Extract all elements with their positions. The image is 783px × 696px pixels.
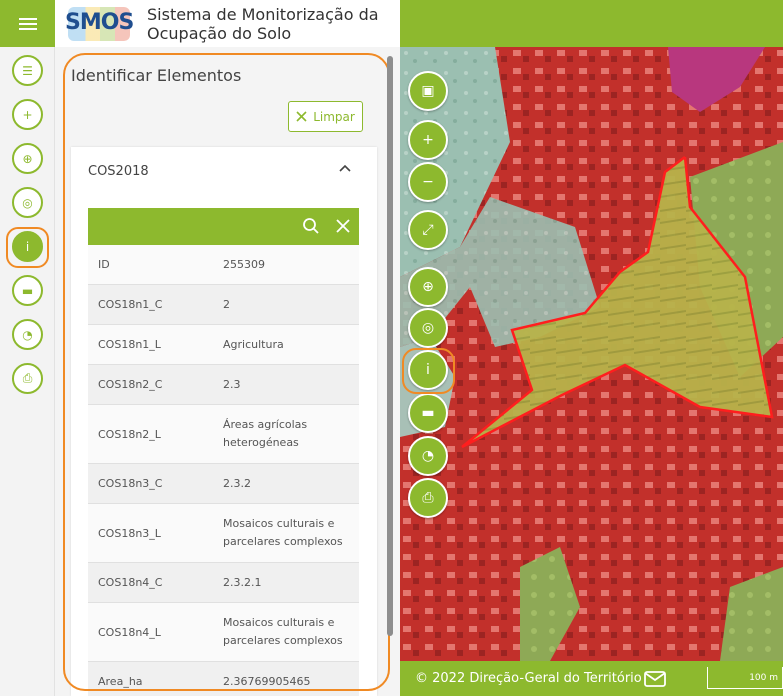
scale-bar: 100 m	[707, 667, 783, 689]
app-title: Sistema de Monitorização da Ocupação do …	[147, 5, 379, 43]
table-row: COS18n4_C 2.3.2.1	[88, 563, 359, 603]
zoom-in-icon: +	[422, 132, 434, 148]
attribute-key: COS18n1_L	[98, 338, 161, 351]
app-header: SMOS Sistema de Monitorização da Ocupaçã…	[55, 0, 400, 47]
basemap-image-icon: ▣	[421, 83, 435, 99]
table-row: ID 255309	[88, 245, 359, 285]
attribute-key: COS18n3_L	[98, 526, 161, 540]
attribute-key: COS18n1_C	[98, 298, 163, 311]
attribute-value: 2.36769905465	[223, 674, 311, 688]
rail-button-target[interactable]: ◎	[12, 187, 43, 218]
attribute-key: COS18n2_L	[98, 427, 161, 441]
attribute-value: Mosaicos culturais e parcelares complexo…	[223, 616, 343, 647]
target-icon: ◎	[22, 195, 33, 210]
ruler-icon: ▬	[421, 405, 435, 421]
table-row: COS18n3_C 2.3.2	[88, 464, 359, 504]
layer-title: COS2018	[88, 164, 149, 179]
attribute-value: 2.3	[223, 377, 241, 391]
map-button-basemap-image[interactable]: ▣	[408, 71, 448, 111]
attribute-toolbar	[88, 208, 359, 245]
attribute-value: 2.3.2.1	[223, 575, 262, 589]
fullscreen-icon: ⤢	[422, 222, 434, 238]
map-footer: © 2022 Direção-Geral do Território 100 m	[400, 661, 783, 696]
attribute-key: COS18n2_C	[98, 378, 163, 391]
rail-button-globe[interactable]: ⊕	[12, 143, 43, 174]
layers-list-icon: ☰	[22, 63, 33, 78]
attribute-key: COS18n4_L	[98, 625, 161, 639]
print-icon: ⎙	[422, 490, 434, 506]
map-view[interactable]	[400, 47, 783, 661]
map-button-target[interactable]: ◎	[408, 308, 448, 348]
rail-button-add-layer[interactable]: +	[12, 99, 43, 130]
mail-icon[interactable]	[644, 671, 666, 687]
zoom-out-icon: −	[422, 174, 434, 190]
palette-icon: ◔	[22, 327, 33, 342]
app-title-line1: Sistema de Monitorização da	[147, 4, 379, 24]
attribute-value: Mosaicos culturais e parcelares complexo…	[223, 517, 343, 548]
table-row: COS18n4_L Mosaicos culturais e parcelares…	[88, 603, 359, 662]
map-button-print[interactable]: ⎙	[408, 478, 448, 518]
print-icon: ⎙	[22, 371, 33, 385]
globe-icon: ⊕	[22, 151, 33, 166]
app-title-line2: Ocupação do Solo	[147, 23, 292, 43]
attribute-key: COS18n4_C	[98, 576, 163, 589]
active-map-tool-highlight	[402, 348, 455, 394]
rail-button-palette[interactable]: ◔	[12, 319, 43, 350]
chevron-up-icon[interactable]	[338, 161, 352, 175]
menu-button[interactable]	[0, 0, 55, 47]
attribute-key: ID	[98, 258, 110, 271]
attribute-value: Áreas agrícolas heterogéneas	[223, 418, 308, 449]
map-button-fullscreen[interactable]: ⤢	[408, 210, 448, 250]
ruler-icon: ▬	[21, 283, 34, 298]
panel-scrollbar[interactable]	[387, 56, 393, 636]
rail-button-ruler[interactable]: ▬	[12, 275, 43, 306]
logo-text: SMOS	[65, 9, 134, 35]
header-bar	[400, 0, 783, 47]
attribute-table: ID 255309 COS18n1_C 2 COS18n1_L Agricultura CO…	[88, 245, 359, 696]
rail-button-print[interactable]: ⎙	[12, 363, 43, 394]
table-row: COS18n1_L Agricultura	[88, 325, 359, 365]
table-row: COS18n2_L Áreas agrícolas heterogéneas	[88, 405, 359, 464]
copyright-text: © 2022 Direção-Geral do Território	[415, 671, 642, 686]
close-icon	[296, 111, 307, 122]
rail-button-layers-list[interactable]: ☰	[12, 55, 43, 86]
table-row: COS18n3_L Mosaicos culturais e parcelares…	[88, 504, 359, 563]
map-button-globe[interactable]: ⊕	[408, 267, 448, 307]
hamburger-icon	[18, 22, 37, 25]
clear-button[interactable]: Limpar	[288, 101, 363, 132]
result-card: COS2018 ID 255309 COS18n1_C 2 COS18n1_L Agric…	[71, 147, 377, 696]
smos-logo: SMOS	[65, 4, 134, 44]
panel-title: Identificar Elementos	[71, 66, 242, 85]
attribute-value: 2.3.2	[223, 476, 251, 490]
attribute-key: COS18n3_C	[98, 477, 163, 490]
map-button-zoom-out[interactable]: −	[408, 162, 448, 202]
attribute-value: 2	[223, 297, 230, 311]
table-row: Area_ha 2.36769905465	[88, 662, 359, 696]
add-layer-icon: +	[22, 107, 33, 122]
table-row: COS18n1_C 2	[88, 285, 359, 325]
active-tool-highlight	[6, 227, 49, 268]
attribute-value: Agricultura	[223, 337, 284, 351]
map-canvas	[400, 47, 783, 661]
attribute-key: Area_ha	[98, 675, 143, 688]
table-row: COS18n2_C 2.3	[88, 365, 359, 405]
map-button-ruler[interactable]: ▬	[408, 393, 448, 433]
close-icon[interactable]	[334, 217, 352, 235]
search-icon[interactable]	[302, 217, 320, 235]
globe-icon: ⊕	[422, 279, 434, 295]
clear-button-label: Limpar	[313, 109, 355, 124]
target-icon: ◎	[421, 320, 435, 336]
palette-icon: ◔	[421, 448, 435, 464]
map-button-zoom-in[interactable]: +	[408, 120, 448, 160]
map-button-palette[interactable]: ◔	[408, 436, 448, 476]
attribute-value: 255309	[223, 257, 265, 271]
